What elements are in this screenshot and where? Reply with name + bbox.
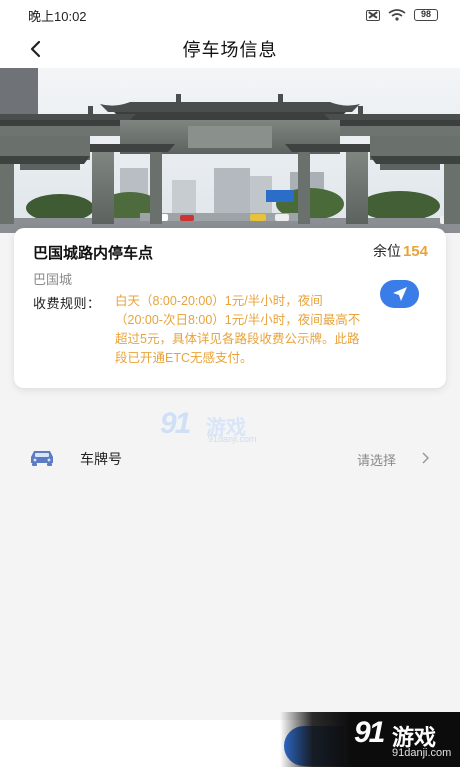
parking-lot-photo (0, 68, 460, 233)
corner-watermark-domain: 91danji.com (392, 747, 452, 759)
car-icon (31, 451, 53, 466)
watermark-number: 91 (160, 407, 191, 440)
available-spaces-count: 154 (402, 243, 428, 260)
license-plate-label: 车牌号 (80, 451, 122, 467)
corner-watermark: 91 游戏 91danji.com (280, 712, 460, 767)
available-spaces-label: 余位 (372, 243, 401, 259)
nav-bar: 停车场信息 (0, 30, 460, 68)
available-spaces: 余位 154 (373, 241, 428, 261)
status-icons: 98 (366, 9, 438, 21)
page-title: 停车场信息 (182, 40, 278, 60)
fee-rules-text: 白天（8:00-20:00）1元/半小时，夜间（20:00-次日8:00）1元/… (115, 294, 361, 365)
chevron-right-icon (422, 452, 429, 464)
navigation-arrow-icon (392, 287, 407, 301)
parking-info-card: 巴国城路内停车点 余位 154 巴国城 收费规则： 白天（8:00-20:00）1… (14, 228, 446, 388)
wifi-icon (388, 9, 406, 21)
navigate-button[interactable] (380, 280, 419, 308)
battery-icon: 98 (414, 9, 438, 21)
status-time: 晚上10:02 (28, 8, 87, 24)
license-plate-row[interactable]: 车牌号 请选择 (0, 438, 460, 478)
status-bar: 晚上10:02 98 (0, 0, 460, 30)
license-plate-select[interactable]: 请选择 (357, 450, 396, 469)
fee-rules-label: 收费规则： (33, 296, 101, 311)
parking-lot-name: 巴国城路内停车点 (33, 245, 154, 262)
no-sim-icon (366, 9, 380, 21)
corner-watermark-number: 91 (354, 716, 385, 749)
back-icon[interactable] (28, 39, 42, 59)
parking-district: 巴国城 (33, 272, 73, 287)
